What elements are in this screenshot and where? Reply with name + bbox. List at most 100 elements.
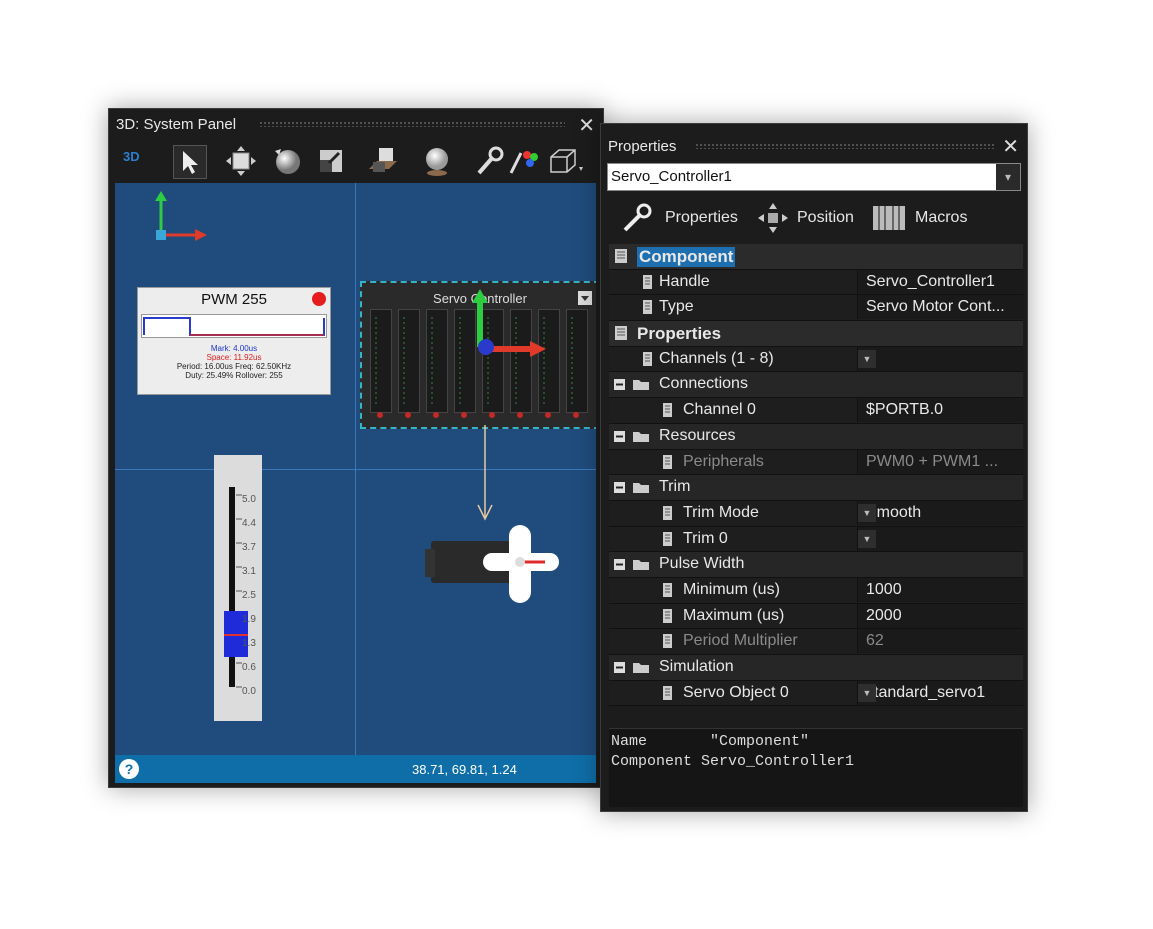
collapse-toggle-icon[interactable] xyxy=(613,659,653,680)
chevron-down-icon[interactable]: ▾ xyxy=(996,164,1020,190)
category-row[interactable]: Properties xyxy=(609,321,1023,347)
floor-view-icon[interactable] xyxy=(367,145,399,177)
property-row[interactable]: Trim Mode Smooth ▼ xyxy=(609,500,1024,527)
group-row[interactable]: Pulse Width xyxy=(609,552,1023,578)
property-name: Peripherals xyxy=(683,452,764,470)
property-value-cell[interactable]: 1▼ xyxy=(857,346,1024,371)
property-row[interactable]: Servo Object 0 standard_servo1 ▼ xyxy=(609,680,1024,707)
property-row[interactable]: Trim 0 0▼ xyxy=(609,526,1024,553)
property-row[interactable]: Peripherals PWM0 + PWM1 ... xyxy=(609,449,1024,476)
property-name: Type xyxy=(659,298,694,316)
property-name: Channels (1 - 8) xyxy=(659,349,774,367)
3d-viewport[interactable]: PWM 255 Mark: 4.00us Space: 11.92us Peri… xyxy=(115,183,596,755)
property-value-cell[interactable]: Smooth ▼ xyxy=(857,500,1024,525)
ball-icon[interactable] xyxy=(421,145,453,177)
property-value-cell[interactable]: Servo Motor Cont... xyxy=(857,295,1024,320)
chevron-down-icon[interactable]: ▼ xyxy=(858,349,876,368)
property-value-cell[interactable]: 0▼ xyxy=(857,526,1024,551)
property-row[interactable]: Channels (1 - 8) 1▼ xyxy=(609,346,1024,373)
system-panel-close-button[interactable]: ✕ xyxy=(578,113,595,138)
cursor-select-icon[interactable] xyxy=(173,145,207,179)
properties-title: Properties xyxy=(608,138,677,155)
slider-tick-label: 1.3 xyxy=(242,638,256,649)
system-panel-window: 3D: System Panel ✕ 3D PWM 255 Mark: 4.00… xyxy=(108,108,604,788)
sphere-view-icon[interactable] xyxy=(271,145,303,177)
tab-macros[interactable]: Macros xyxy=(871,202,981,234)
collapse-toggle-icon[interactable] xyxy=(613,479,653,500)
pwm-led xyxy=(312,292,326,306)
collapse-toggle-icon[interactable] xyxy=(613,556,653,577)
group-row[interactable]: Connections xyxy=(609,372,1023,399)
collapse-toggle-icon[interactable] xyxy=(613,428,653,449)
wrench-icon xyxy=(623,203,652,232)
properties-close-button[interactable]: ✕ xyxy=(1002,134,1019,159)
status-coordinates: 38.71, 69.81, 1.24 xyxy=(412,762,517,777)
properties-panel-window: Properties ✕ Servo_Controller1 ▾ Propert… xyxy=(600,123,1028,812)
property-value-cell[interactable]: 1000 xyxy=(857,577,1024,602)
slider-tick-label: 4.4 xyxy=(242,518,256,529)
tab-properties[interactable]: Properties xyxy=(621,202,741,234)
pwm-component[interactable]: PWM 255 Mark: 4.00us Space: 11.92us Peri… xyxy=(137,287,331,395)
slider-tick-label: 3.7 xyxy=(242,542,256,553)
property-icon xyxy=(659,685,677,706)
description-name-line: Name "Component" xyxy=(611,733,810,750)
titlebar-grip xyxy=(695,143,995,149)
property-value-cell[interactable]: 2000 xyxy=(857,603,1024,628)
property-name: Trim 0 xyxy=(683,529,728,547)
property-value-cell[interactable]: standard_servo1 ▼ xyxy=(857,680,1024,705)
servo-controller-component[interactable]: Servo Controller xyxy=(360,281,596,429)
system-panel-toolbar: 3D xyxy=(109,139,603,183)
property-value: standard_servo1 xyxy=(866,683,986,701)
pwm-waveform xyxy=(141,314,327,338)
property-icon xyxy=(659,608,677,629)
category-icon[interactable] xyxy=(613,325,629,346)
property-row[interactable]: Type Servo Motor Cont... xyxy=(609,295,1024,322)
property-value-cell: PWM0 + PWM1 ... xyxy=(857,449,1024,474)
move-view-icon[interactable] xyxy=(225,145,257,177)
tab-position[interactable]: Position xyxy=(757,202,861,234)
property-value: PWM0 + PWM1 ... xyxy=(866,452,999,470)
slider-tick-labels: 5.0 4.4 3.7 3.1 2.5 1.9 1.3 0.6 0.0 xyxy=(242,488,256,704)
slider-tick-label: 3.1 xyxy=(242,566,256,577)
slider-tick-label: 0.6 xyxy=(242,662,256,673)
transform-gizmo-icon xyxy=(472,289,546,357)
wrench-icon[interactable] xyxy=(473,145,505,177)
slider-tick-label: 5.0 xyxy=(242,494,256,505)
property-value-cell[interactable]: Servo_Controller1 xyxy=(857,269,1024,294)
property-row[interactable]: Maximum (us) 2000 xyxy=(609,603,1024,630)
slider-tick-label: 1.9 xyxy=(242,614,256,625)
property-name: Minimum (us) xyxy=(683,580,780,598)
status-bar: ? 38.71, 69.81, 1.24 xyxy=(115,755,596,783)
property-name: Component xyxy=(637,247,736,267)
property-name: Connections xyxy=(659,375,748,393)
property-value: 1000 xyxy=(866,580,902,598)
group-row[interactable]: Resources xyxy=(609,423,1023,450)
collapse-toggle-icon[interactable] xyxy=(613,376,653,397)
group-row[interactable]: Simulation xyxy=(609,655,1023,681)
property-row[interactable]: Channel 0 $PORTB.0 xyxy=(609,398,1024,424)
cube-wireframe-icon[interactable] xyxy=(545,145,583,177)
category-icon[interactable] xyxy=(613,248,629,269)
property-row[interactable]: Minimum (us) 1000 xyxy=(609,577,1024,604)
property-value-cell[interactable]: $PORTB.0 xyxy=(857,398,1024,423)
color-palette-icon[interactable] xyxy=(507,145,539,177)
servo-motor-object[interactable] xyxy=(425,519,565,609)
property-icon xyxy=(639,274,657,295)
view-3d-badge[interactable]: 3D xyxy=(123,149,140,164)
property-icon xyxy=(659,402,677,423)
property-row[interactable]: Period Multiplier 62 xyxy=(609,629,1024,655)
help-icon[interactable]: ? xyxy=(119,759,139,779)
chevron-down-icon[interactable]: ▼ xyxy=(858,683,876,702)
chevron-down-icon[interactable]: ▼ xyxy=(858,503,876,522)
voltage-slider[interactable]: 5.0 4.4 3.7 3.1 2.5 1.9 1.3 0.6 0.0 xyxy=(214,455,262,721)
property-row[interactable]: Handle Servo_Controller1 xyxy=(609,269,1024,296)
property-name: Simulation xyxy=(659,658,734,675)
category-row[interactable]: Component xyxy=(609,244,1023,270)
system-panel-title: 3D: System Panel xyxy=(116,116,237,133)
chevron-down-icon[interactable]: ▼ xyxy=(858,529,876,548)
system-panel-titlebar[interactable]: 3D: System Panel ✕ xyxy=(109,109,603,139)
component-selector[interactable]: Servo_Controller1 ▾ xyxy=(607,163,1021,191)
zoom-box-icon[interactable] xyxy=(315,145,347,177)
group-row[interactable]: Trim xyxy=(609,475,1023,501)
properties-titlebar[interactable]: Properties ✕ xyxy=(601,124,1027,158)
